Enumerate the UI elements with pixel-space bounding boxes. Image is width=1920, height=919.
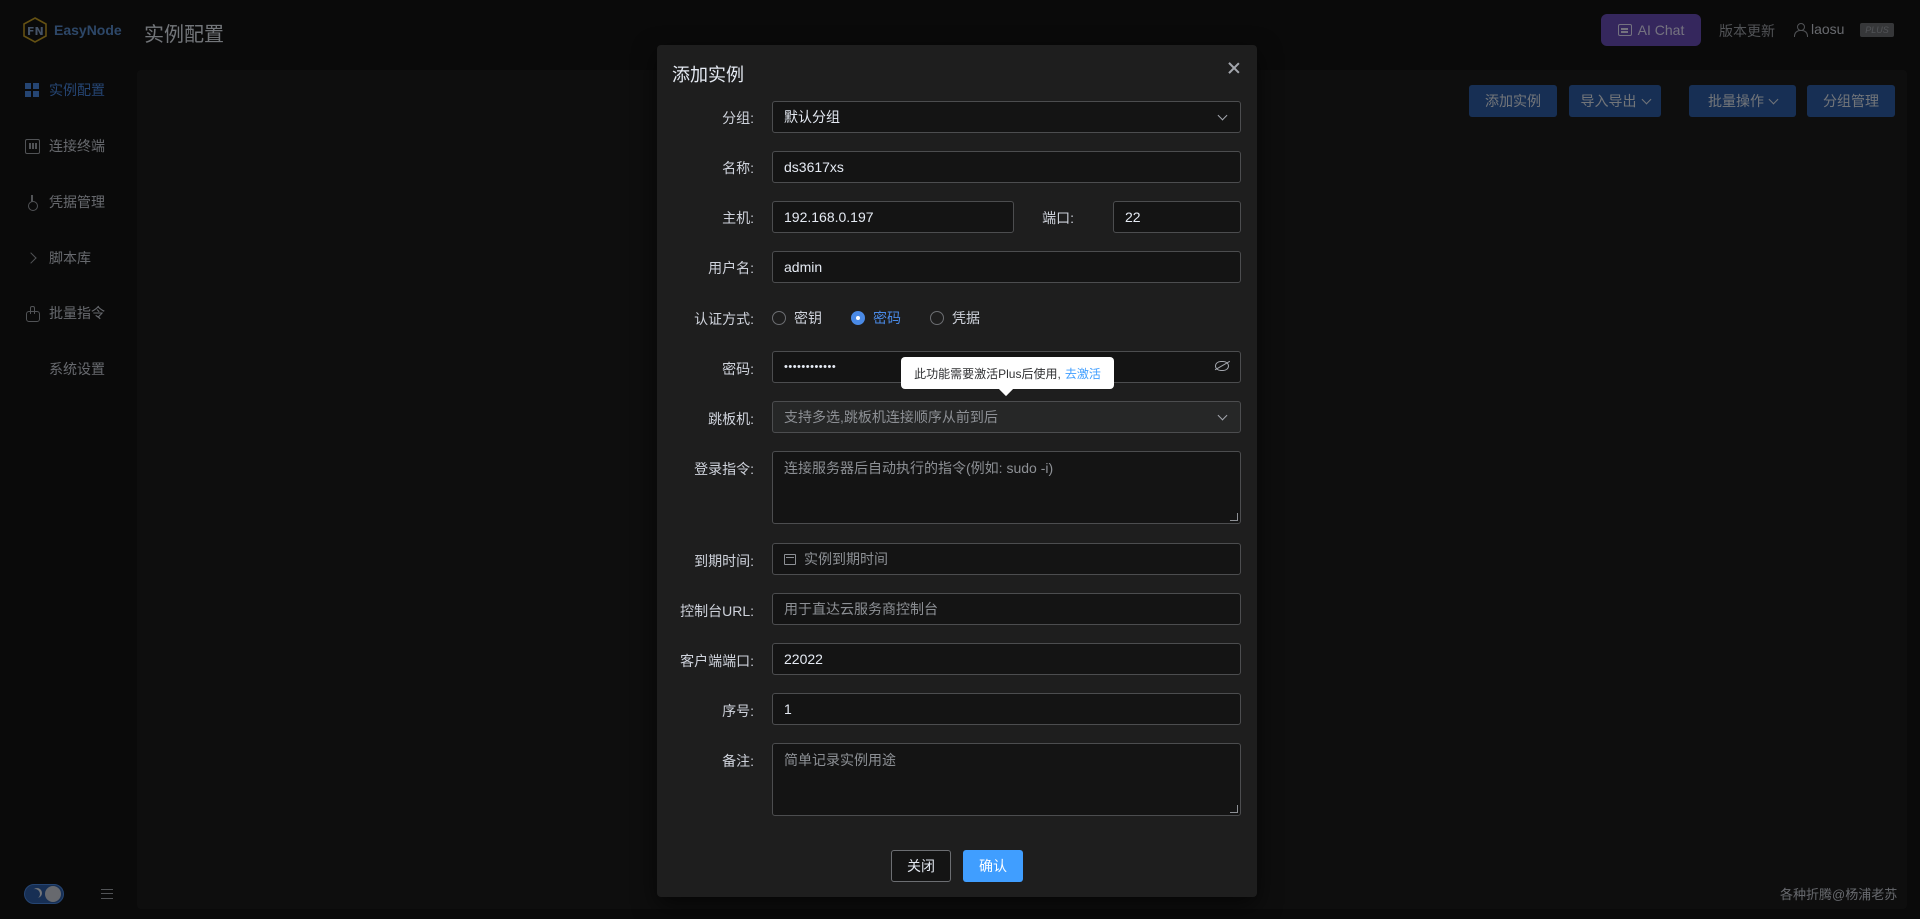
chevron-down-icon [1217, 110, 1228, 121]
password-value: •••••••••••• [784, 361, 837, 373]
port-input[interactable]: 22 [1113, 201, 1241, 233]
group-label: 分组: [722, 110, 754, 126]
host-input[interactable]: 192.168.0.197 [772, 201, 1014, 233]
index-label: 序号: [722, 703, 754, 719]
radio-circle [930, 311, 944, 325]
name-label: 名称: [722, 160, 754, 176]
radio-circle [772, 311, 786, 325]
client-port-label: 客户端端口: [680, 653, 754, 669]
username-label: 用户名: [708, 260, 754, 276]
expire-date-picker[interactable]: 实例到期时间 [772, 543, 1241, 575]
close-button[interactable]: 关闭 [891, 850, 951, 882]
client-port-input[interactable]: 22022 [772, 643, 1241, 675]
name-input[interactable]: ds3617xs [772, 151, 1241, 183]
activate-link[interactable]: 去激活 [1065, 365, 1101, 382]
chevron-down-icon [1217, 410, 1228, 421]
auth-radio-key[interactable]: 密钥 [772, 308, 822, 328]
password-label: 密码: [722, 361, 754, 377]
radio-label: 凭据 [952, 310, 980, 326]
remark-label: 备注: [722, 753, 754, 769]
radio-label: 密钥 [794, 310, 822, 326]
plus-required-tooltip: 此功能需要激活Plus后使用, 去激活 [901, 357, 1114, 389]
radio-circle [851, 311, 865, 325]
calendar-icon [784, 553, 796, 565]
username-input[interactable]: admin [772, 251, 1241, 283]
console-url-label: 控制台URL: [680, 603, 754, 619]
console-url-input[interactable]: 用于直达云服务商控制台 [772, 593, 1241, 625]
host-label: 主机: [722, 210, 754, 226]
auth-label: 认证方式: [694, 311, 754, 327]
port-label: 端口: [1042, 210, 1074, 226]
confirm-button[interactable]: 确认 [963, 850, 1023, 882]
expire-placeholder: 实例到期时间 [804, 551, 888, 567]
dialog-title: 添加实例 [672, 65, 744, 85]
auth-radio-group: 密钥 密码 凭据 [772, 308, 1009, 328]
login-cmd-label: 登录指令: [694, 461, 754, 477]
auth-radio-password[interactable]: 密码 [851, 308, 901, 328]
login-cmd-textarea[interactable]: 连接服务器后自动执行的指令(例如: sudo -i) [772, 451, 1241, 524]
group-select[interactable]: 默认分组 [772, 101, 1241, 133]
index-input[interactable]: 1 [772, 693, 1241, 725]
close-icon[interactable] [1227, 61, 1241, 75]
group-select-value: 默认分组 [784, 109, 840, 125]
eye-off-icon[interactable] [1215, 361, 1229, 371]
remark-textarea[interactable]: 简单记录实例用途 [772, 743, 1241, 816]
radio-label: 密码 [873, 310, 901, 326]
auth-radio-credential[interactable]: 凭据 [930, 308, 980, 328]
expire-label: 到期时间: [694, 553, 754, 569]
jump-host-select[interactable]: 支持多选,跳板机连接顺序从前到后 [772, 401, 1241, 433]
tooltip-text: 此功能需要激活Plus后使用, [914, 366, 1061, 381]
jump-host-label: 跳板机: [708, 411, 754, 427]
jump-host-placeholder: 支持多选,跳板机连接顺序从前到后 [784, 409, 998, 425]
